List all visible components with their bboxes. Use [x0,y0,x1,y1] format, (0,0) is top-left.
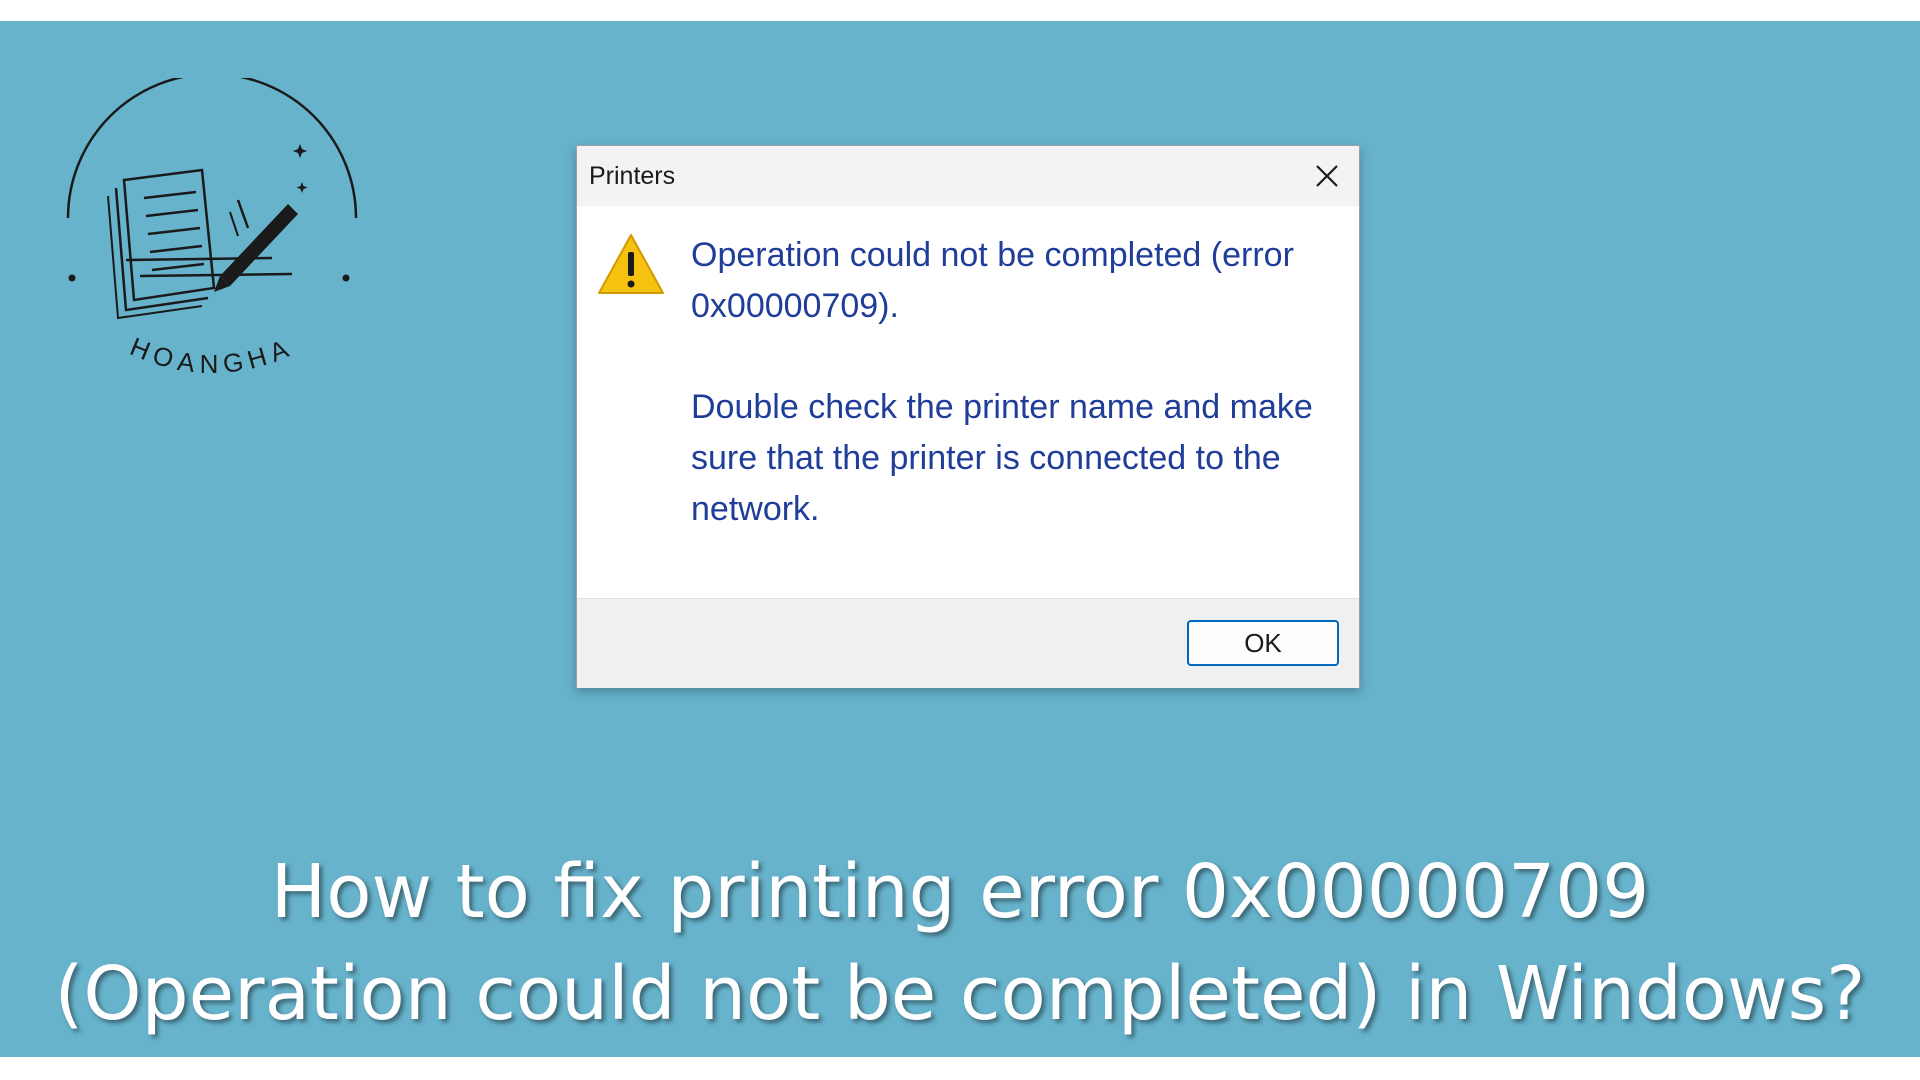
dialog-body: Operation could not be completed (error … [577,206,1359,598]
logo-brand-text: HOANGHA [126,331,292,379]
article-caption: How to fix printing error 0x00000709 (Op… [0,841,1920,1045]
caption-line-2: (Operation could not be completed) in Wi… [54,951,1866,1037]
hoangha-logo: HOANGHA [62,72,362,408]
warning-icon [598,234,664,294]
error-message: Operation could not be completed (error … [691,236,1294,325]
close-button[interactable] [1307,156,1347,196]
printers-dialog: Printers Operation could not be complete… [576,145,1360,688]
caption-line-1: How to fix printing error 0x00000709 [270,849,1650,935]
dialog-titlebar: Printers [577,146,1359,206]
notebook-pen-icon: HOANGHA [66,72,358,379]
close-icon [1316,165,1338,187]
dialog-message: Operation could not be completed (error … [691,230,1351,535]
dialog-footer: OK [577,598,1359,688]
svg-text:HOANGHA: HOANGHA [126,331,298,379]
background-canvas: HOANGHA Printers Operation could not be … [0,21,1920,1057]
help-message: Double check the printer name and make s… [691,388,1313,528]
dialog-title: Printers [589,162,676,190]
ok-button[interactable]: OK [1187,620,1339,666]
